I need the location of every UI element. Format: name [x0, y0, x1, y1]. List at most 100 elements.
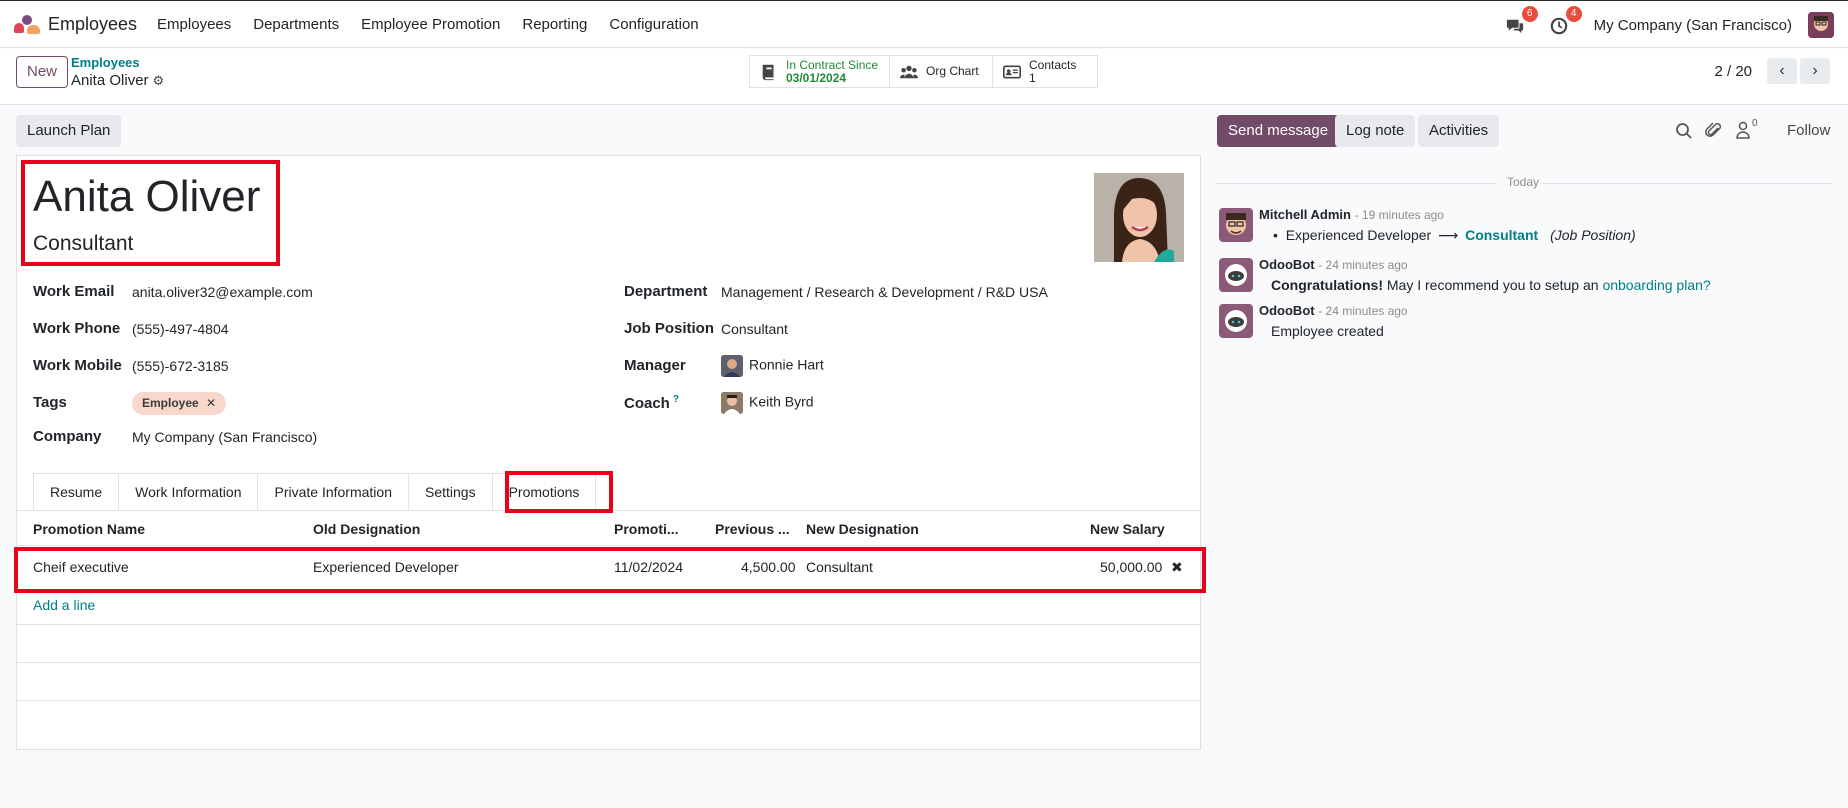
menu-reporting[interactable]: Reporting [522, 16, 587, 33]
messages-button[interactable]: 6 [1506, 6, 1538, 36]
launch-plan-button[interactable]: Launch Plan [16, 115, 122, 147]
tag-remove-icon[interactable]: ✕ [206, 396, 216, 410]
menu-employees[interactable]: Employees [157, 16, 231, 33]
pager-value[interactable]: 2 / 20 [1714, 63, 1752, 80]
chat-bubbles-icon [1506, 19, 1523, 34]
breadcrumb-employees[interactable]: Employees [71, 55, 140, 70]
menu-employee-promotion[interactable]: Employee Promotion [361, 16, 500, 33]
empty-row-divider [16, 662, 1201, 663]
onboarding-plan-link[interactable]: onboarding plan? [1602, 277, 1710, 293]
highlight-promotions-tab [505, 471, 613, 513]
work-email-field[interactable]: anita.oliver32@example.com [132, 284, 313, 300]
message-author[interactable]: Mitchell Admin - 19 minutes ago [1259, 207, 1444, 222]
tab-private-information[interactable]: Private Information [257, 473, 408, 511]
follow-button[interactable]: Follow [1787, 122, 1830, 139]
manager-name: Ronnie Hart [749, 356, 824, 373]
manager-avatar [721, 355, 743, 377]
date-separator-line [1543, 183, 1833, 184]
pager: 2 / 20 ‹ › [1714, 58, 1830, 84]
company-field[interactable]: My Company (San Francisco) [132, 429, 317, 445]
department-field[interactable]: Management / Research & Development / R&… [721, 284, 1048, 300]
log-note-button[interactable]: Log note [1335, 115, 1416, 147]
new-button[interactable]: New [16, 56, 69, 88]
paperclip-icon[interactable] [1705, 122, 1723, 140]
author-name: OdooBot [1259, 303, 1315, 318]
control-panel: New Employees Anita Oliver ⚙ In Contract … [0, 49, 1848, 105]
tracking-value: • Experienced Developer ⟶ Consultant (Jo… [1273, 227, 1636, 244]
employee-tag[interactable]: Employee ✕ [132, 392, 227, 415]
work-email-label: Work Email [33, 283, 115, 300]
add-a-line-link[interactable]: Add a line [33, 597, 95, 613]
org-chart-label: Org Chart [926, 64, 979, 78]
table-header-divider [16, 545, 1201, 546]
top-navbar: Employees Employees Departments Employee… [0, 0, 1848, 48]
coach-label-text: Coach [624, 395, 670, 412]
activities-button[interactable]: Activities [1418, 115, 1500, 147]
tracked-field: (Job Position) [1550, 227, 1636, 243]
chevron-right-icon: › [1812, 62, 1818, 79]
tab-work-information[interactable]: Work Information [118, 473, 258, 511]
menu-configuration[interactable]: Configuration [609, 16, 698, 33]
mitchell-admin-avatar[interactable] [1219, 208, 1253, 242]
contacts-count: 1 [1029, 70, 1036, 85]
book-icon [762, 64, 774, 80]
user-avatar[interactable] [1808, 12, 1834, 38]
app-name[interactable]: Employees [48, 14, 137, 35]
column-previous-salary[interactable]: Previous ... [715, 521, 790, 537]
contract-smart-button[interactable]: In Contract Since 03/01/2024 [750, 56, 890, 87]
pager-previous-button[interactable]: ‹ [1767, 58, 1797, 84]
coach-field[interactable]: Keith Byrd [721, 392, 814, 414]
author-name: OdooBot [1259, 257, 1315, 272]
odoobot-avatar[interactable] [1219, 258, 1253, 292]
pager-next-button[interactable]: › [1800, 58, 1830, 84]
author-name: Mitchell Admin [1259, 207, 1351, 222]
main-menu: Employees Departments Employee Promotion… [157, 16, 721, 33]
coach-avatar [721, 392, 743, 414]
address-card-icon [1003, 64, 1021, 79]
coach-name: Keith Byrd [749, 393, 814, 410]
odoobot-avatar[interactable] [1219, 304, 1253, 338]
arrow-right-icon: ⟶ [1438, 227, 1459, 243]
company-switcher[interactable]: My Company (San Francisco) [1594, 17, 1792, 34]
highlight-promotion-row [14, 547, 1206, 593]
breadcrumb-current-label: Anita Oliver [71, 72, 149, 89]
employee-photo[interactable] [1094, 173, 1184, 262]
empty-row-divider [16, 624, 1201, 625]
breadcrumb-current: Anita Oliver ⚙ [71, 72, 164, 89]
manager-label: Manager [624, 357, 686, 374]
message-author[interactable]: OdooBot - 24 minutes ago [1259, 257, 1408, 272]
bullet-icon: • [1273, 227, 1286, 243]
gear-icon[interactable]: ⚙ [153, 73, 165, 89]
search-icon[interactable] [1675, 122, 1693, 140]
date-separator-line [1217, 183, 1495, 184]
org-chart-smart-button[interactable]: Org Chart [890, 56, 993, 87]
manager-field[interactable]: Ronnie Hart [721, 355, 824, 377]
tab-resume[interactable]: Resume [33, 473, 119, 511]
contacts-smart-button[interactable]: Contacts 1 [993, 56, 1097, 87]
column-new-salary[interactable]: New Salary [1090, 521, 1165, 537]
column-promotion-name[interactable]: Promotion Name [33, 521, 145, 537]
job-position-field[interactable]: Consultant [721, 321, 788, 337]
send-message-button[interactable]: Send message [1217, 115, 1340, 147]
menu-departments[interactable]: Departments [253, 16, 339, 33]
message-author[interactable]: OdooBot - 24 minutes ago [1259, 303, 1408, 318]
followers-button[interactable]: 0 [1735, 118, 1765, 141]
employees-app-icon[interactable] [14, 14, 40, 34]
new-value: Consultant [1465, 227, 1539, 243]
help-tooltip-icon[interactable]: ? [673, 394, 679, 405]
work-mobile-field[interactable]: (555)-672-3185 [132, 358, 229, 374]
activities-button[interactable]: 4 [1550, 6, 1582, 36]
work-phone-field[interactable]: (555)-497-4804 [132, 321, 229, 337]
column-old-designation[interactable]: Old Designation [313, 521, 420, 537]
coach-label: Coach? [624, 394, 679, 412]
date-separator: Today [1507, 175, 1540, 189]
work-mobile-label: Work Mobile [33, 357, 122, 374]
tag-label: Employee [142, 396, 199, 410]
column-new-designation[interactable]: New Designation [806, 521, 919, 537]
job-position-label: Job Position [624, 320, 714, 337]
message-body: Employee created [1271, 323, 1384, 339]
tab-settings[interactable]: Settings [407, 473, 492, 511]
column-promotion-date[interactable]: Promoti... [614, 521, 679, 537]
chevron-left-icon: ‹ [1779, 62, 1785, 79]
work-phone-label: Work Phone [33, 320, 121, 337]
